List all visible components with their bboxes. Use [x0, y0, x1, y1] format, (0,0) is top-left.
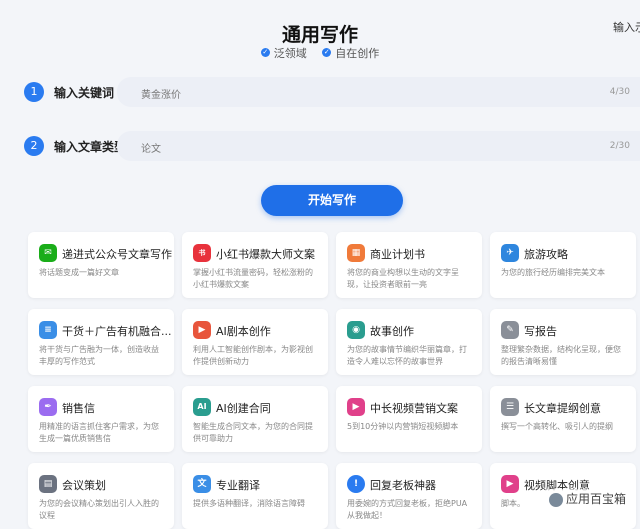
check-icon: ✓: [322, 48, 332, 57]
template-card[interactable]: ! 回复老板神器 用委婉的方式回复老板，拒绝PUA从我做起！: [336, 463, 482, 529]
start-writing-button[interactable]: 开始写作: [261, 185, 403, 216]
template-card-title: 旅游攻略: [524, 248, 568, 261]
template-card-description: 将干货与广告融为一体，创造收益丰厚的写作范式: [39, 345, 159, 366]
template-card-description: 撰写一个高转化、吸引人的提纲: [501, 422, 613, 431]
keyword-input-value: 黄金涨价: [141, 90, 181, 101]
template-card-title: 商业计划书: [370, 248, 425, 261]
template-card-title: AI创建合同: [216, 402, 271, 415]
video-script-icon: ▶: [501, 475, 519, 493]
template-card-title: 会议策划: [62, 479, 106, 492]
article-type-label: 输入文章类型: [54, 139, 127, 154]
template-card[interactable]: ▦ 商业计划书 将您的商业构想以生动的文字呈现，让投资者眼前一亮: [336, 232, 482, 298]
wechat-icon: ✉: [39, 244, 57, 262]
step-number-badge: 2: [24, 136, 44, 156]
template-card-description: 整理繁杂数据，结构化呈现，便您的报告清晰易懂: [501, 345, 621, 366]
template-card-description: 提供多语种翻译，消除语言障碍: [193, 499, 305, 508]
template-card[interactable]: ☰ 长文章提纲创意 撰写一个高转化、吸引人的提纲: [490, 386, 636, 452]
template-card[interactable]: ✉ 递进式公众号文章写作 将话题变成一篇好文章: [28, 232, 174, 298]
report-icon: ✎: [501, 321, 519, 339]
tag-free: ✓ 自在创作: [322, 45, 379, 61]
outline-icon: ☰: [501, 398, 519, 416]
template-card-title: 干货＋广告有机融合...: [62, 325, 172, 338]
film-icon: ▶: [193, 321, 211, 339]
feature-tags: ✓ 泛领域 ✓ 自在创作: [0, 44, 640, 61]
corner-input-example-link[interactable]: 输入示: [613, 19, 640, 35]
meeting-icon: ▤: [39, 475, 57, 493]
template-card-description: 用委婉的方式回复老板，拒绝PUA从我做起！: [347, 499, 468, 520]
template-card[interactable]: ✒ 销售信 用精准的语言抓住客户需求，为您生成一篇优质销售信: [28, 386, 174, 452]
template-card-description: 将话题变成一篇好文章: [39, 268, 119, 277]
keyword-input[interactable]: 黄金涨价 4/30: [117, 77, 640, 107]
template-card-description: 为您的故事情节编织华丽篇章，打造令人难以忘怀的故事世界: [347, 345, 467, 366]
keyword-label: 输入关键词: [54, 85, 115, 100]
template-card-description: 掌握小红书流量密码，轻松涨粉的小红书爆款文案: [193, 268, 313, 289]
template-card[interactable]: AI AI创建合同 智能生成合同文本，为您的合同提供可靠助力: [182, 386, 328, 452]
step-keyword-row: 1 输入关键词: [24, 80, 114, 104]
template-card-title: 专业翻译: [216, 479, 260, 492]
watermark-text: 应用百宝箱: [565, 492, 626, 506]
template-card-description: 用精准的语言抓住客户需求，为您生成一篇优质销售信: [39, 422, 159, 443]
keyword-char-counter: 4/30: [609, 87, 630, 97]
travel-icon: ✈: [501, 244, 519, 262]
check-icon: ✓: [260, 48, 270, 57]
pen-icon: ✒: [39, 398, 57, 416]
article-type-input-value: 论文: [141, 144, 161, 155]
video-icon: ▶: [347, 398, 365, 416]
template-card[interactable]: ≡ 干货＋广告有机融合... 将干货与广告融为一体，创造收益丰厚的写作范式: [28, 309, 174, 375]
page-title: 通用写作: [281, 24, 358, 46]
template-card[interactable]: ◉ 故事创作 为您的故事情节编织华丽篇章，打造令人难以忘怀的故事世界: [336, 309, 482, 375]
info-icon: !: [347, 475, 365, 493]
step-article-type-row: 2 输入文章类型: [24, 134, 126, 158]
template-card-title: 故事创作: [370, 325, 414, 338]
template-card-title: 回复老板神器: [370, 479, 436, 492]
building-icon: ▦: [347, 244, 365, 262]
watermark-logo-icon: [548, 492, 563, 507]
template-card[interactable]: ▤ 会议策划 为您的会议精心策划出引人入胜的议程: [28, 463, 174, 529]
template-card-title: 递进式公众号文章写作: [62, 248, 172, 261]
tag-label: 自在创作: [335, 46, 380, 60]
template-card-title: 长文章提纲创意: [524, 402, 601, 415]
template-card-description: 利用人工智能创作剧本，为影视创作提供创新动力: [193, 345, 313, 366]
template-card[interactable]: ▶ AI剧本创作 利用人工智能创作剧本，为影视创作提供创新动力: [182, 309, 328, 375]
template-card-description: 智能生成合同文本，为您的合同提供可靠助力: [193, 422, 313, 443]
template-card[interactable]: 书 小红书爆款大师文案 掌握小红书流量密码，轻松涨粉的小红书爆款文案: [182, 232, 328, 298]
translate-icon: 文: [193, 475, 211, 493]
template-card[interactable]: ▶ 中长视频营销文案 5到10分钟以内营销短视频脚本: [336, 386, 482, 452]
template-card[interactable]: ✎ 写报告 整理繁杂数据，结构化呈现，便您的报告清晰易懂: [490, 309, 636, 375]
template-card-description: 为您的旅行经历编排完美文本: [501, 268, 605, 277]
template-card[interactable]: 文 专业翻译 提供多语种翻译，消除语言障碍: [182, 463, 328, 529]
template-card-description: 为您的会议精心策划出引人入胜的议程: [39, 499, 159, 520]
template-card-title: 小红书爆款大师文案: [216, 248, 315, 261]
template-card-description: 5到10分钟以内营销短视频脚本: [347, 422, 459, 431]
template-card-title: 销售信: [62, 402, 95, 415]
globe-icon: ◉: [347, 321, 365, 339]
step-number-badge: 1: [24, 82, 44, 102]
article-type-char-counter: 2/30: [609, 141, 630, 151]
template-card[interactable]: ✈ 旅游攻略 为您的旅行经历编排完美文本: [490, 232, 636, 298]
watermark: 应用百宝箱: [544, 489, 630, 508]
xiaohongshu-icon: 书: [193, 244, 211, 262]
tag-label: 泛领域: [273, 46, 307, 60]
tag-generic: ✓ 泛领域: [260, 45, 307, 61]
document-icon: ≡: [39, 321, 57, 339]
template-card-title: 中长视频营销文案: [370, 402, 458, 415]
ai-icon: AI: [193, 398, 211, 416]
template-card-title: AI剧本创作: [216, 325, 271, 338]
template-card-description: 将您的商业构想以生动的文字呈现，让投资者眼前一亮: [347, 268, 459, 289]
article-type-input[interactable]: 论文 2/30: [117, 131, 640, 161]
template-card-title: 写报告: [524, 325, 557, 338]
